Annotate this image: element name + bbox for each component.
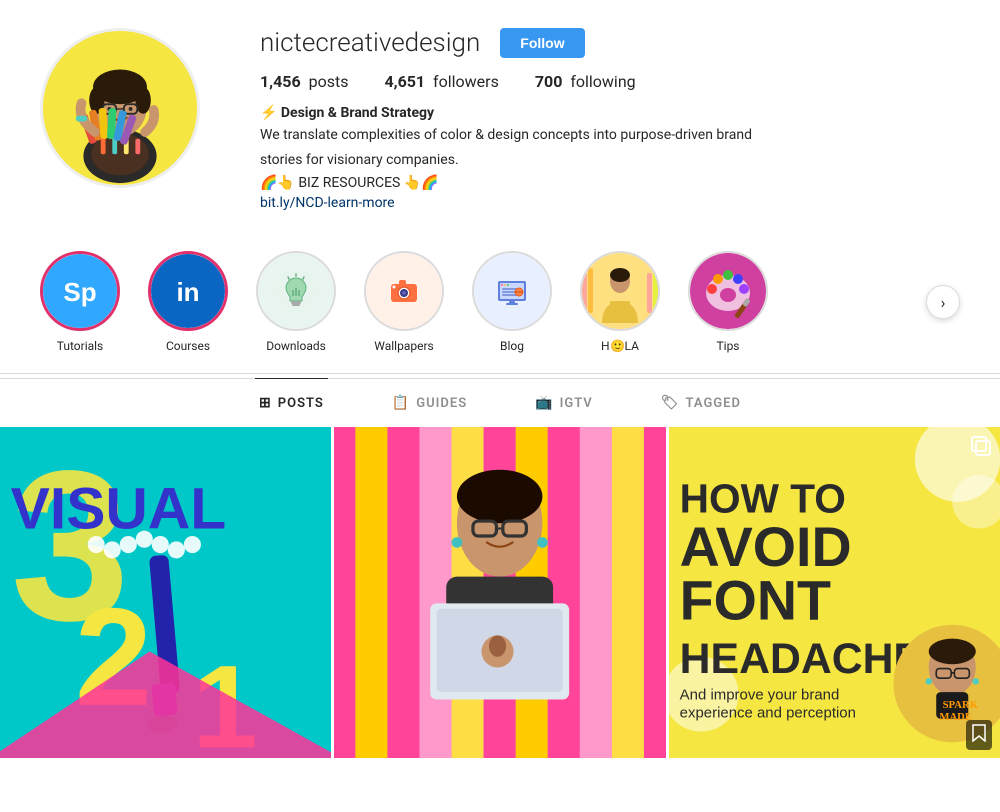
followers-label: followers: [433, 72, 499, 91]
story-tips[interactable]: Tips: [688, 251, 768, 353]
post-font-headaches[interactable]: HOW TO AVOID FONT HEADACHES And improve …: [669, 427, 1000, 758]
story-circle-wallpapers: [364, 251, 444, 331]
tab-tagged[interactable]: 🏷 TAGGED: [657, 378, 745, 427]
story-blog[interactable]: Blog: [472, 251, 552, 353]
svg-text:Sp: Sp: [63, 277, 96, 307]
story-label-tips: Tips: [716, 339, 739, 353]
tab-posts-label: POSTS: [278, 396, 324, 411]
following-count: 700: [535, 72, 563, 91]
story-label-downloads: Downloads: [266, 339, 326, 353]
story-circle-blog: [472, 251, 552, 331]
story-circle-hola: [580, 251, 660, 331]
stories-section: Sp Tutorials in Courses: [0, 235, 1000, 369]
bio-link[interactable]: bit.ly/NCD-learn-more: [260, 195, 960, 211]
username: nictecreativedesign: [260, 28, 480, 58]
posts-grid: 3 2 1 VISUAL: [0, 427, 1000, 758]
svg-text:FONT: FONT: [679, 569, 830, 631]
story-courses[interactable]: in Courses: [148, 251, 228, 353]
stories-next-button[interactable]: ›: [926, 285, 960, 319]
story-tutorials[interactable]: Sp Tutorials: [40, 251, 120, 353]
grid-icon: ⊞: [259, 395, 272, 411]
save-icon[interactable]: [966, 720, 992, 750]
following-label: following: [570, 72, 635, 91]
following-stat: 700 following: [535, 72, 636, 91]
posts-stat: 1,456 posts: [260, 72, 348, 91]
bio-section: ⚡ Design & Brand Strategy We translate c…: [260, 105, 960, 211]
followers-count: 4,651: [384, 72, 425, 91]
story-label-blog: Blog: [500, 339, 524, 353]
stats-row: 1,456 posts 4,651 followers 700 followin…: [260, 72, 960, 91]
story-label-hola: H🙂LA: [601, 339, 639, 353]
divider-before-tabs: [0, 373, 1000, 374]
posts-label: posts: [309, 72, 349, 91]
profile-info: nictecreativedesign Follow 1,456 posts 4…: [260, 28, 960, 211]
story-downloads[interactable]: Downloads: [256, 251, 336, 353]
avatar[interactable]: [40, 28, 200, 188]
profile-top-row: nictecreativedesign Follow: [260, 28, 960, 58]
story-circle-downloads: [256, 251, 336, 331]
post-visual321[interactable]: 3 2 1 VISUAL: [0, 427, 331, 758]
story-wallpapers[interactable]: Wallpapers: [364, 251, 444, 353]
stories-container: Sp Tutorials in Courses: [40, 251, 918, 353]
svg-text:VISUAL: VISUAL: [11, 477, 227, 542]
tab-igtv[interactable]: 📺 IGTV: [531, 378, 597, 427]
svg-text:HOW TO: HOW TO: [679, 476, 845, 522]
story-label-wallpapers: Wallpapers: [374, 339, 433, 353]
tabs-row: ⊞ POSTS 📋 GUIDES 📺 IGTV 🏷 TAGGED: [0, 378, 1000, 427]
story-hola[interactable]: H🙂LA: [580, 251, 660, 353]
bio-biz: 🌈👆 BIZ RESOURCES 👆🌈: [260, 175, 960, 191]
bio-name: ⚡ Design & Brand Strategy: [260, 105, 960, 121]
svg-text:experience and perception: experience and perception: [679, 705, 855, 722]
posts-count: 1,456: [260, 72, 301, 91]
svg-text:And improve your brand: And improve your brand: [679, 687, 839, 704]
tab-guides[interactable]: 📋 GUIDES: [388, 378, 471, 427]
story-circle-tutorials: Sp: [40, 251, 120, 331]
tab-igtv-label: IGTV: [560, 396, 593, 411]
post-laptop-person[interactable]: [334, 427, 665, 758]
story-label-courses: Courses: [166, 339, 210, 353]
svg-text:SPARK: SPARK: [942, 699, 978, 711]
story-circle-courses: in: [148, 251, 228, 331]
multi-photo-icon: [970, 435, 992, 462]
tab-guides-label: GUIDES: [416, 396, 467, 411]
tv-icon: 📺: [535, 395, 553, 411]
tag-icon: 🏷: [661, 395, 680, 411]
story-label-tutorials: Tutorials: [57, 339, 104, 353]
profile-header: nictecreativedesign Follow 1,456 posts 4…: [0, 0, 1000, 235]
bio-text-line2: stories for visionary companies.: [260, 150, 800, 171]
follow-button[interactable]: Follow: [500, 28, 584, 58]
story-circle-tips: [688, 251, 768, 331]
svg-text:in: in: [176, 277, 199, 307]
book-icon: 📋: [392, 395, 410, 411]
tab-tagged-label: TAGGED: [686, 396, 741, 411]
tab-posts[interactable]: ⊞ POSTS: [255, 378, 328, 427]
bio-text-line1: We translate complexities of color & des…: [260, 125, 800, 146]
followers-stat: 4,651 followers: [384, 72, 498, 91]
